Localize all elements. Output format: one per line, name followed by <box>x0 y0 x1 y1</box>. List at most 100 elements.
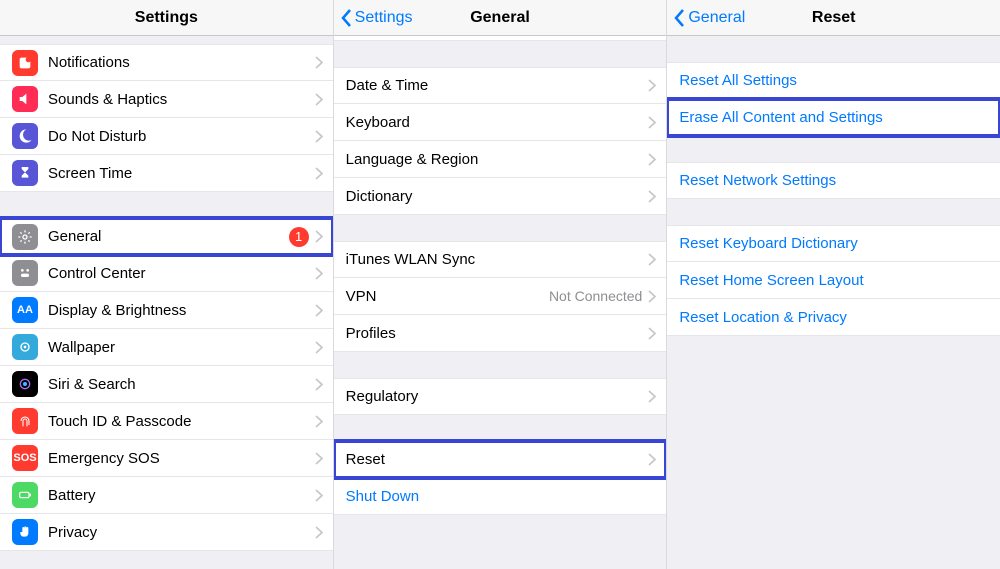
chevron-right-icon <box>315 378 323 391</box>
row-regulatory[interactable]: Regulatory <box>334 378 667 415</box>
page-title: Settings <box>0 9 333 27</box>
navbar: Settings <box>0 0 333 36</box>
moon-icon <box>12 123 38 149</box>
chevron-right-icon <box>648 327 656 340</box>
navbar: Settings General <box>334 0 667 36</box>
chevron-right-icon <box>315 452 323 465</box>
row-label: Dictionary <box>346 188 649 205</box>
row-notifications[interactable]: Notifications <box>0 44 333 81</box>
row-reset[interactable]: Reset <box>334 441 667 478</box>
row-controlcenter[interactable]: Control Center <box>0 255 333 292</box>
siri-icon <box>12 371 38 397</box>
row-vpn[interactable]: VPN Not Connected <box>334 278 667 315</box>
row-label: Reset Keyboard Dictionary <box>679 235 857 252</box>
row-label: Language & Region <box>346 151 649 168</box>
row-label: Regulatory <box>346 388 649 405</box>
chevron-right-icon <box>648 116 656 129</box>
back-label: General <box>688 9 745 27</box>
row-dnd[interactable]: Do Not Disturb <box>0 118 333 155</box>
gear-icon <box>12 224 38 250</box>
row-profiles[interactable]: Profiles <box>334 315 667 352</box>
row-dictionary[interactable]: Dictionary <box>334 178 667 215</box>
row-reset-location[interactable]: Reset Location & Privacy <box>667 299 1000 336</box>
chevron-right-icon <box>315 415 323 428</box>
chevron-right-icon <box>648 190 656 203</box>
chevron-right-icon <box>648 253 656 266</box>
row-label: Profiles <box>346 325 649 342</box>
row-label: Notifications <box>48 54 315 71</box>
row-erase-all[interactable]: Erase All Content and Settings <box>667 99 1000 136</box>
chevron-right-icon <box>648 453 656 466</box>
row-label: Screen Time <box>48 165 315 182</box>
row-touchid[interactable]: Touch ID & Passcode <box>0 403 333 440</box>
row-display[interactable]: AA Display & Brightness <box>0 292 333 329</box>
chevron-right-icon <box>648 79 656 92</box>
row-datetime[interactable]: Date & Time <box>334 67 667 104</box>
row-label: Erase All Content and Settings <box>679 109 882 126</box>
controlcenter-icon <box>12 260 38 286</box>
row-shutdown[interactable]: Shut Down <box>334 478 667 515</box>
chevron-right-icon <box>315 93 323 106</box>
row-privacy[interactable]: Privacy <box>0 514 333 551</box>
chevron-right-icon <box>315 526 323 539</box>
row-label: Control Center <box>48 265 315 282</box>
chevron-left-icon <box>340 8 353 28</box>
row-sos[interactable]: SOS Emergency SOS <box>0 440 333 477</box>
row-siri[interactable]: Siri & Search <box>0 366 333 403</box>
row-value: Not Connected <box>549 288 642 304</box>
row-label: VPN <box>346 288 549 305</box>
chevron-right-icon <box>648 153 656 166</box>
row-label: Reset Home Screen Layout <box>679 272 863 289</box>
row-label: Date & Time <box>346 77 649 94</box>
row-label: Shut Down <box>346 488 419 505</box>
chevron-right-icon <box>648 390 656 403</box>
row-label: Reset All Settings <box>679 72 797 89</box>
row-reset-network[interactable]: Reset Network Settings <box>667 162 1000 199</box>
row-reset-home[interactable]: Reset Home Screen Layout <box>667 262 1000 299</box>
row-label: iTunes WLAN Sync <box>346 251 649 268</box>
row-label: Wallpaper <box>48 339 315 356</box>
row-battery[interactable]: Battery <box>0 477 333 514</box>
chevron-right-icon <box>315 341 323 354</box>
row-sounds[interactable]: Sounds & Haptics <box>0 81 333 118</box>
row-label: Siri & Search <box>48 376 315 393</box>
chevron-right-icon <box>315 230 323 243</box>
chevron-right-icon <box>315 167 323 180</box>
general-pane: Settings General Date & Time Keyboard La… <box>334 0 668 569</box>
row-reset-keyboard-dict[interactable]: Reset Keyboard Dictionary <box>667 225 1000 262</box>
sounds-icon <box>12 86 38 112</box>
hand-icon <box>12 519 38 545</box>
row-label: Keyboard <box>346 114 649 131</box>
row-reset-all[interactable]: Reset All Settings <box>667 62 1000 99</box>
chevron-right-icon <box>315 267 323 280</box>
row-itunes-sync[interactable]: iTunes WLAN Sync <box>334 241 667 278</box>
notification-badge: 1 <box>289 227 309 247</box>
back-button[interactable]: Settings <box>334 8 413 28</box>
battery-icon <box>12 482 38 508</box>
fingerprint-icon <box>12 408 38 434</box>
row-screentime[interactable]: Screen Time <box>0 155 333 192</box>
back-label: Settings <box>355 9 413 27</box>
wallpaper-icon <box>12 334 38 360</box>
settings-pane: Settings Notifications Sounds & Haptics … <box>0 0 334 569</box>
row-label: Do Not Disturb <box>48 128 315 145</box>
display-icon: AA <box>12 297 38 323</box>
row-label: Sounds & Haptics <box>48 91 315 108</box>
sos-icon: SOS <box>12 445 38 471</box>
back-button[interactable]: General <box>667 8 745 28</box>
chevron-left-icon <box>673 8 686 28</box>
row-label: Reset Location & Privacy <box>679 309 847 326</box>
row-language[interactable]: Language & Region <box>334 141 667 178</box>
row-label: General <box>48 228 289 245</box>
chevron-right-icon <box>315 56 323 69</box>
row-wallpaper[interactable]: Wallpaper <box>0 329 333 366</box>
row-keyboard[interactable]: Keyboard <box>334 104 667 141</box>
row-label: Reset <box>346 451 649 468</box>
chevron-right-icon <box>648 290 656 303</box>
row-label: Emergency SOS <box>48 450 315 467</box>
chevron-right-icon <box>315 489 323 502</box>
row-general[interactable]: General 1 <box>0 218 333 255</box>
row-label: Privacy <box>48 524 315 541</box>
navbar: General Reset <box>667 0 1000 36</box>
row-label: Touch ID & Passcode <box>48 413 315 430</box>
